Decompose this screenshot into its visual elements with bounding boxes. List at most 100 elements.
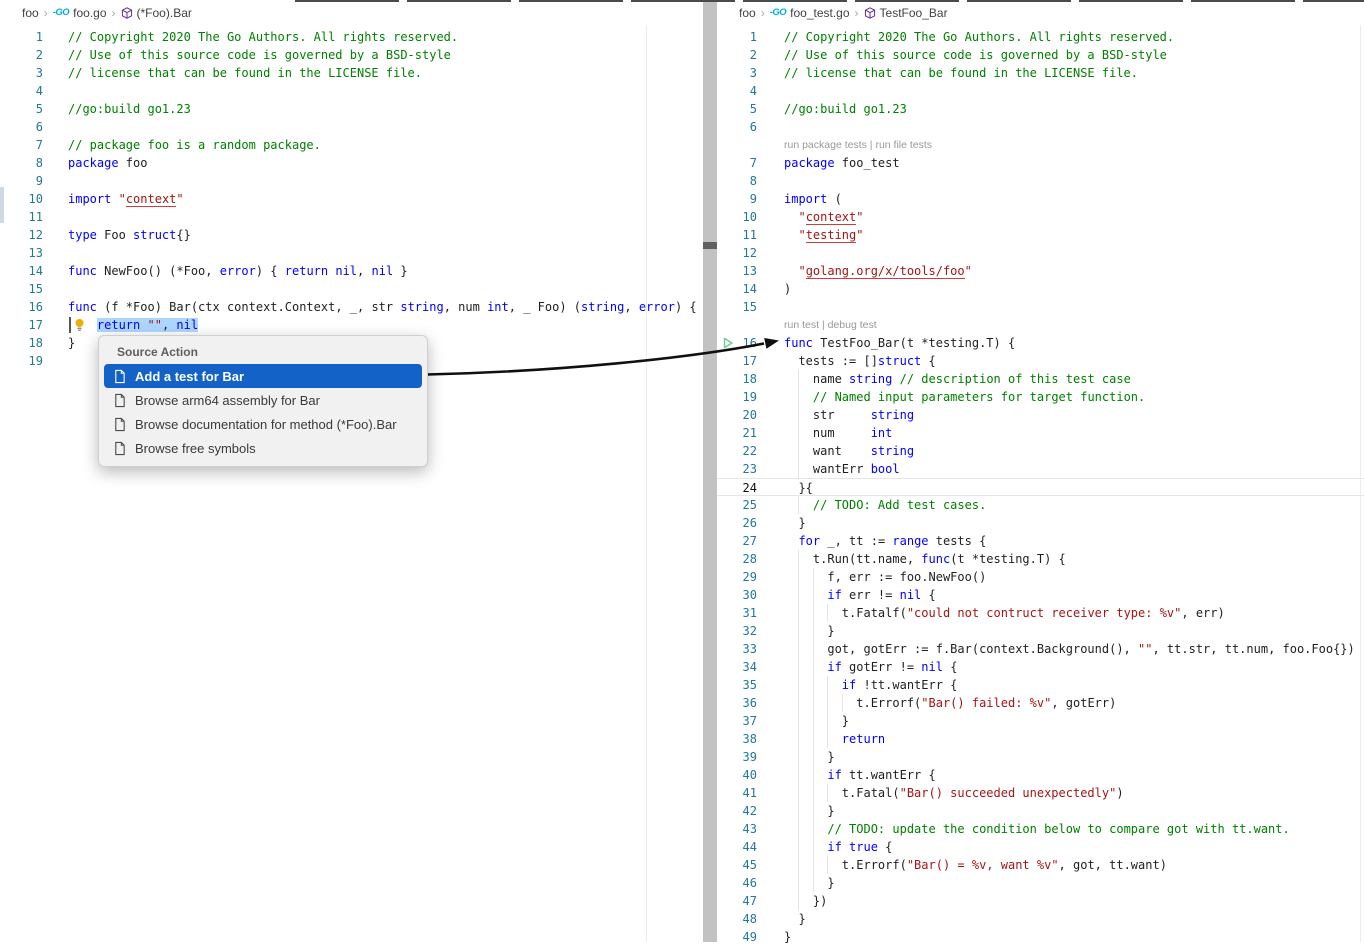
code-text[interactable]: return "", nil	[68, 316, 198, 334]
code-text[interactable]: }	[784, 514, 806, 532]
editor-split-sash[interactable]	[703, 0, 717, 942]
menu-item-browse-free-symbols[interactable]: Browse free symbols	[104, 436, 422, 460]
line-number: 23	[717, 460, 757, 478]
code-text[interactable]: // Use of this source code is governed b…	[68, 46, 451, 64]
code-token: nil	[176, 318, 198, 332]
code-text[interactable]: import (	[784, 190, 842, 208]
code-text[interactable]: func (f *Foo) Bar(ctx context.Context, _…	[68, 298, 697, 316]
code-text[interactable]: // package foo is a random package.	[68, 136, 321, 154]
codelens-link[interactable]: run package tests	[784, 139, 867, 151]
code-token: tt.wantErr {	[842, 768, 936, 782]
sash-drag-handle[interactable]	[703, 242, 717, 249]
code-token: error	[639, 300, 675, 314]
code-text[interactable]: t.Run(tt.name, func(t *testing.T) {	[784, 550, 1066, 568]
code-text[interactable]: }	[784, 622, 835, 640]
code-token: ,	[624, 300, 638, 314]
code-text[interactable]: }	[784, 874, 835, 892]
breadcrumb-item-folder[interactable]: foo	[22, 6, 39, 20]
code-text[interactable]: }	[784, 712, 849, 730]
code-text[interactable]: // TODO: update the condition below to c…	[784, 820, 1290, 838]
code-token: if	[842, 678, 856, 692]
code-text[interactable]: if err != nil {	[784, 586, 936, 604]
code-text[interactable]: //go:build go1.23	[68, 100, 191, 118]
code-text[interactable]: )	[784, 280, 791, 298]
code-text[interactable]: // Use of this source code is governed b…	[784, 46, 1167, 64]
line-number: 13	[717, 262, 757, 280]
code-token: )	[1116, 786, 1123, 800]
code-text[interactable]: if true {	[784, 838, 892, 856]
column-ruler	[646, 25, 647, 942]
code-text[interactable]: // Copyright 2020 The Go Authors. All ri…	[784, 28, 1174, 46]
code-text[interactable]: import "context"	[68, 190, 184, 208]
line-number: 35	[717, 676, 757, 694]
code-text[interactable]: f, err := foo.NewFoo()	[784, 568, 986, 586]
code-token: type	[68, 228, 97, 242]
code-text[interactable]: for _, tt := range tests {	[784, 532, 986, 550]
code-text[interactable]: t.Fatalf("could not contruct receiver ty…	[784, 604, 1225, 622]
code-text[interactable]: //go:build go1.23	[784, 100, 907, 118]
code-text[interactable]: t.Fatal("Bar() succeeded unexpectedly")	[784, 784, 1124, 802]
line-number: 6	[717, 118, 757, 136]
code-text[interactable]: // license that can be found in the LICE…	[784, 64, 1138, 82]
code-token: })	[784, 894, 827, 908]
code-token: // Named input parameters for target fun…	[813, 390, 1145, 404]
codelens-link[interactable]: run test	[784, 319, 819, 331]
code-text[interactable]: func TestFoo_Bar(t *testing.T) {	[784, 334, 1015, 352]
code-text[interactable]: t.Errorf("Bar() failed: %v", gotErr)	[784, 694, 1116, 712]
code-text[interactable]: }	[784, 928, 791, 946]
breadcrumb-item-file[interactable]: -GO foo_test.go	[770, 6, 850, 20]
code-token: func	[68, 300, 97, 314]
code-text[interactable]: }	[784, 910, 806, 928]
code-text[interactable]: return	[784, 730, 885, 748]
code-text[interactable]: if tt.wantErr {	[784, 766, 936, 784]
code-line: 9 import (	[717, 190, 1364, 208]
code-text[interactable]: wantErr bool	[784, 460, 900, 478]
code-text[interactable]: func NewFoo() (*Foo, error) { return nil…	[68, 262, 408, 280]
code-text[interactable]: type Foo struct{}	[68, 226, 191, 244]
menu-item-browse-assembly[interactable]: Browse arm64 assembly for Bar	[104, 388, 422, 412]
code-text[interactable]: package foo_test	[784, 154, 900, 172]
code-text[interactable]: if !tt.wantErr {	[784, 676, 957, 694]
menu-item-add-test[interactable]: Add a test for Bar	[104, 364, 422, 388]
code-token: "	[176, 192, 183, 206]
line-number: 9	[717, 190, 757, 208]
breadcrumb-item-symbol[interactable]: TestFoo_Bar	[864, 6, 948, 20]
code-text[interactable]: got, gotErr := f.Bar(context.Background(…	[784, 640, 1355, 658]
breadcrumb-item-folder[interactable]: foo	[739, 6, 756, 20]
code-text[interactable]: t.Errorf("Bar() = %v, want %v", got, tt.…	[784, 856, 1167, 874]
code-text[interactable]: }	[784, 802, 835, 820]
code-line: 46 }	[717, 874, 1364, 892]
code-text[interactable]: want string	[784, 442, 914, 460]
code-text[interactable]: }	[784, 748, 835, 766]
menu-item-browse-documentation[interactable]: Browse documentation for method (*Foo).B…	[104, 412, 422, 436]
code-text[interactable]: // Named input parameters for target fun…	[784, 388, 1145, 406]
code-line: 48 }	[717, 910, 1364, 928]
code-text[interactable]: "context"	[784, 208, 864, 226]
run-test-icon[interactable]	[721, 336, 735, 350]
code-text[interactable]: // TODO: Add test cases.	[784, 496, 986, 514]
code-token: , gotErr)	[1051, 696, 1116, 710]
code-text[interactable]: package foo	[68, 154, 147, 172]
code-text[interactable]: // Copyright 2020 The Go Authors. All ri…	[68, 28, 458, 46]
code-text[interactable]: if gotErr != nil {	[784, 658, 957, 676]
code-text[interactable]: })	[784, 892, 827, 910]
code-line: 45 t.Errorf("Bar() = %v, want %v", got, …	[717, 856, 1364, 874]
code-text[interactable]: }	[68, 334, 75, 352]
code-token	[784, 822, 827, 836]
code-text[interactable]: "testing"	[784, 226, 864, 244]
code-text[interactable]: "golang.org/x/tools/foo"	[784, 262, 972, 280]
code-token: , num	[444, 300, 487, 314]
codelens-link[interactable]: debug test	[828, 319, 877, 331]
breadcrumb-item-file[interactable]: -GO foo.go	[53, 6, 107, 20]
codelens-link[interactable]: run file tests	[875, 139, 932, 151]
code-text[interactable]: str string	[784, 406, 914, 424]
breadcrumb-item-symbol[interactable]: (*Foo).Bar	[121, 6, 192, 20]
code-line: 7// package foo is a random package.	[0, 136, 703, 154]
code-text[interactable]: tests := []struct {	[784, 352, 936, 370]
code-text[interactable]: num int	[784, 424, 892, 442]
chevron-right-icon: ›	[761, 6, 765, 20]
code-text[interactable]: // license that can be found in the LICE…	[68, 64, 422, 82]
code-text[interactable]: }{	[784, 479, 813, 497]
code-line: 33 got, gotErr := f.Bar(context.Backgrou…	[717, 640, 1364, 658]
code-text[interactable]: name string // description of this test …	[784, 370, 1131, 388]
